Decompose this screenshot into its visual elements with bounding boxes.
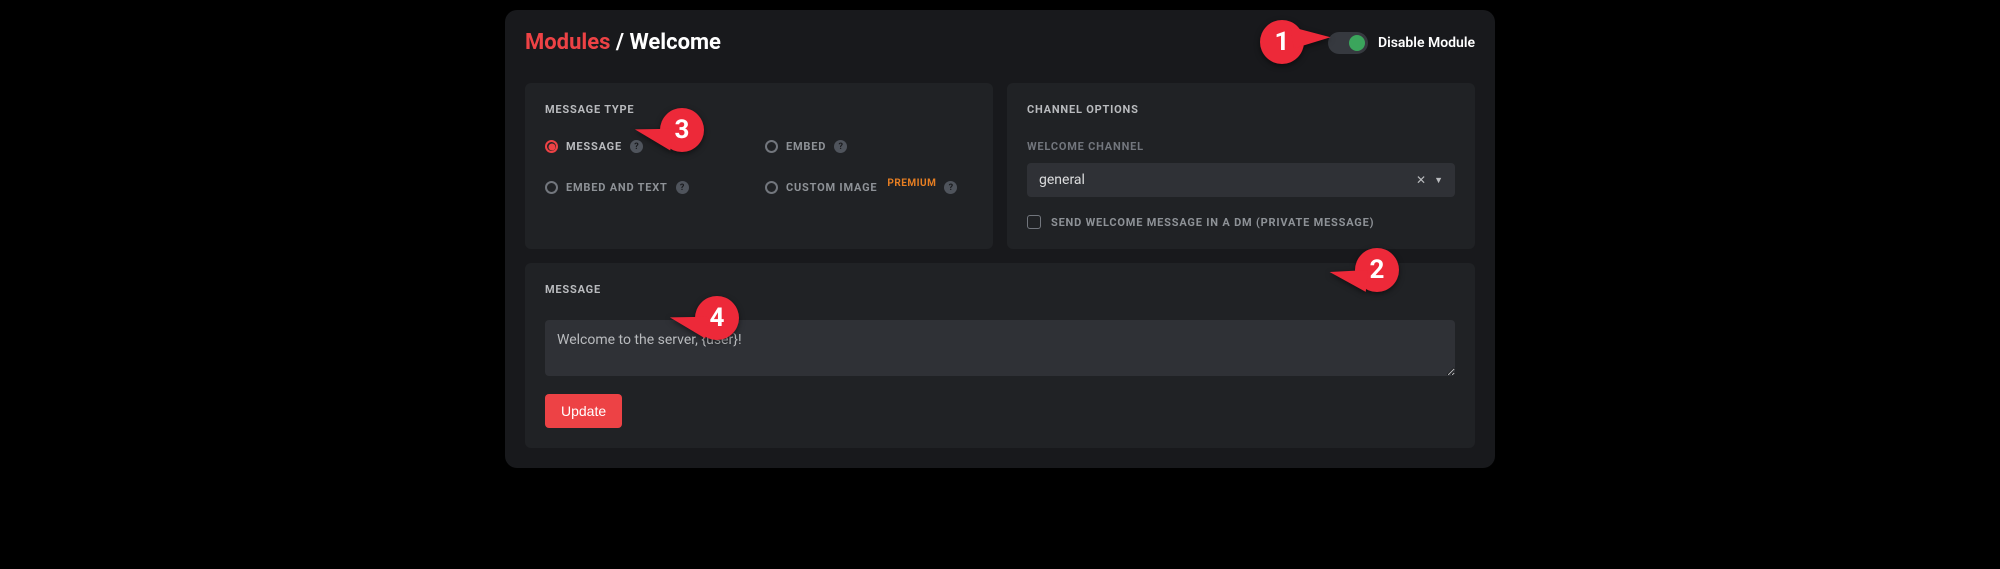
- module-settings-container: Modules / Welcome Disable Module MESSAGE…: [505, 10, 1495, 468]
- select-actions: ✕ ▼: [1416, 173, 1443, 187]
- message-type-title: MESSAGE TYPE: [545, 103, 973, 116]
- breadcrumb: Modules / Welcome: [525, 30, 721, 55]
- message-type-radio-group: MESSAGE ? EMBED ? EMBED AND TEXT ?: [545, 140, 973, 194]
- help-icon[interactable]: ?: [676, 181, 689, 194]
- breadcrumb-current: Welcome: [630, 30, 721, 55]
- radio-circle-icon: [765, 140, 778, 153]
- breadcrumb-separator: /: [610, 30, 629, 55]
- message-title: MESSAGE: [545, 283, 1455, 296]
- callout-1: 1: [1260, 20, 1304, 64]
- module-toggle-area: Disable Module: [1328, 32, 1475, 54]
- toggle-knob: [1349, 35, 1365, 51]
- welcome-channel-value: general: [1039, 172, 1085, 188]
- radio-circle-icon: [765, 181, 778, 194]
- callout-4: 4: [695, 296, 739, 340]
- radio-option-embed[interactable]: EMBED ?: [765, 140, 973, 153]
- channel-options-title: CHANNEL OPTIONS: [1027, 103, 1455, 116]
- premium-badge: PREMIUM: [887, 178, 936, 189]
- disable-module-label: Disable Module: [1378, 35, 1475, 51]
- help-icon[interactable]: ?: [834, 140, 847, 153]
- header-row: Modules / Welcome Disable Module: [525, 30, 1475, 55]
- clear-icon[interactable]: ✕: [1416, 173, 1426, 187]
- dm-checkbox-label: SEND WELCOME MESSAGE IN A DM (PRIVATE ME…: [1051, 216, 1374, 229]
- callout-2: 2: [1355, 248, 1399, 292]
- radio-option-custom-image[interactable]: CUSTOM IMAGE PREMIUM ?: [765, 181, 973, 194]
- chevron-down-icon[interactable]: ▼: [1434, 175, 1443, 186]
- radio-label: EMBED AND TEXT: [566, 181, 668, 194]
- radio-label: CUSTOM IMAGE: [786, 181, 877, 194]
- radio-circle-icon: [545, 181, 558, 194]
- channel-options-panel: CHANNEL OPTIONS WELCOME CHANNEL general …: [1007, 83, 1475, 249]
- dm-checkbox[interactable]: [1027, 215, 1041, 229]
- callout-3: 3: [660, 108, 704, 152]
- help-icon[interactable]: ?: [944, 181, 957, 194]
- dm-checkbox-row[interactable]: SEND WELCOME MESSAGE IN A DM (PRIVATE ME…: [1027, 215, 1455, 229]
- update-button[interactable]: Update: [545, 394, 622, 428]
- radio-label: MESSAGE: [566, 140, 622, 153]
- breadcrumb-modules-link[interactable]: Modules: [525, 30, 610, 55]
- panels-row: MESSAGE TYPE MESSAGE ? EMBED ? EMB: [525, 83, 1475, 249]
- message-panel: MESSAGE Update: [525, 263, 1475, 448]
- welcome-channel-label: WELCOME CHANNEL: [1027, 140, 1455, 153]
- radio-label: EMBED: [786, 140, 826, 153]
- message-type-panel: MESSAGE TYPE MESSAGE ? EMBED ? EMB: [525, 83, 993, 249]
- welcome-channel-select[interactable]: general ✕ ▼: [1027, 163, 1455, 197]
- disable-module-toggle[interactable]: [1328, 32, 1368, 54]
- radio-circle-icon: [545, 140, 558, 153]
- radio-option-embed-and-text[interactable]: EMBED AND TEXT ?: [545, 181, 753, 194]
